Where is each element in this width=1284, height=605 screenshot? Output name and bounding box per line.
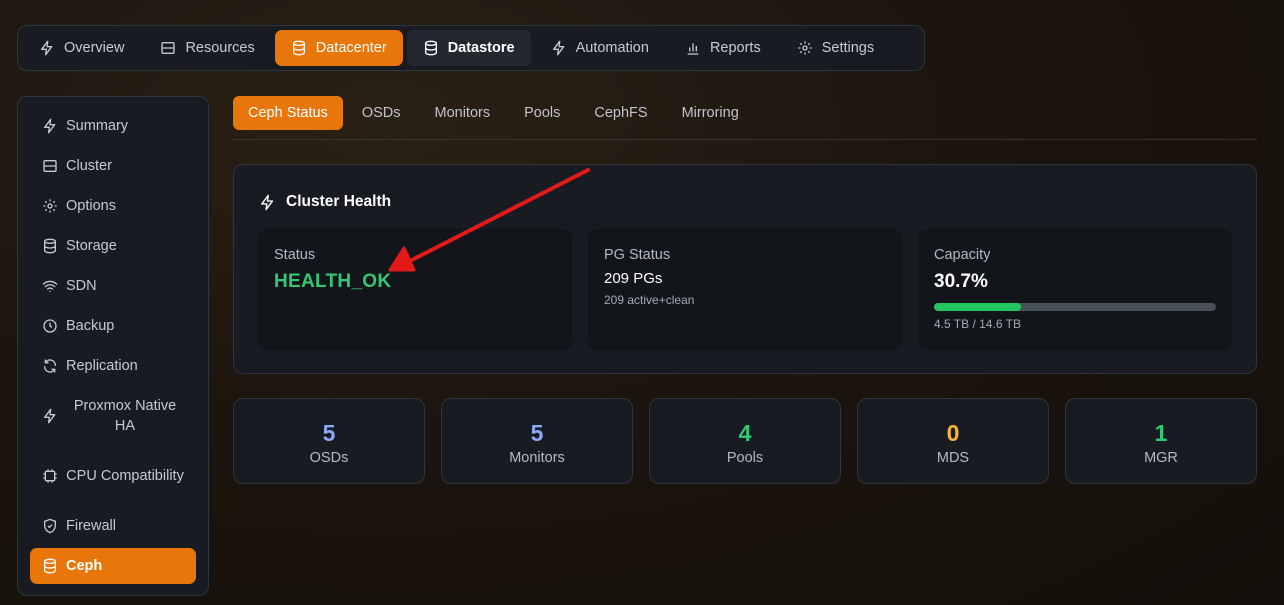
stat-label: Pools (726, 450, 764, 466)
sidebar-item-sdn[interactable]: SDN (30, 268, 196, 304)
stat-label: MGR (1144, 450, 1178, 466)
stat-value: 0 (946, 420, 960, 446)
sidebar-item-cluster[interactable]: Cluster (30, 148, 196, 184)
sidebar-item-label: Cluster (66, 158, 112, 174)
tab-cephfs[interactable]: CephFS (579, 96, 662, 130)
database-icon (44, 238, 56, 254)
stat-card-mds[interactable]: 0 MDS (857, 398, 1049, 484)
sidebar-item-cpu-compatibility[interactable]: CPU Compatibility (30, 448, 196, 504)
shield-icon (44, 518, 56, 534)
stat-value: 1 (1154, 420, 1168, 446)
stat-card-monitors[interactable]: 5 Monitors (441, 398, 633, 484)
stat-card-osds[interactable]: 5 OSDs (233, 398, 425, 484)
tab-mirroring[interactable]: Mirroring (667, 96, 754, 130)
sidebar-item-backup[interactable]: Backup (30, 308, 196, 344)
bar-chart-icon (687, 43, 699, 55)
cpu-icon (43, 469, 57, 483)
server-icon (161, 42, 176, 54)
capacity-detail: 4.5 TB / 14.6 TB (934, 317, 1021, 331)
topnav-automation-label: Automation (575, 40, 649, 56)
sidebar-item-label: CPU Compatibility (66, 468, 184, 484)
capacity-card: Capacity 30.7% 4.5 TB / 14.6 TB (918, 229, 1232, 350)
sidebar-item-label: Summary (66, 118, 129, 134)
pg-detail: 209 active+clean (604, 293, 695, 307)
ceph-subtabs: Ceph Status OSDs Monitors Pools CephFS M… (233, 96, 1257, 140)
tab-pools[interactable]: Pools (509, 96, 575, 130)
gear-icon (798, 41, 812, 55)
cluster-health-panel: Cluster Health Status HEALTH_OK PG Statu… (233, 164, 1257, 374)
refresh-icon (43, 359, 57, 373)
sidebar-item-options[interactable]: Options (30, 188, 196, 224)
tab-ceph-status[interactable]: Ceph Status (233, 96, 343, 130)
sidebar-item-label: Proxmox Native HA (73, 398, 177, 434)
gear-icon (43, 199, 57, 213)
stat-card-mgr[interactable]: 1 MGR (1065, 398, 1257, 484)
database-icon (292, 40, 305, 56)
sidebar-item-label: Ceph (66, 558, 103, 574)
tab-osds[interactable]: OSDs (347, 96, 416, 130)
topnav-reports-label: Reports (709, 40, 761, 56)
cluster-health-heading: Cluster Health (259, 193, 391, 211)
sidebar-item-label: Options (66, 198, 116, 214)
capacity-label: Capacity (934, 247, 991, 263)
capacity-progress-fill (934, 303, 1021, 311)
server-icon (43, 160, 57, 172)
sidebar-item-label: SDN (66, 278, 97, 294)
capacity-progress-bar (934, 303, 1216, 311)
clock-icon (43, 319, 57, 333)
bolt-icon (552, 40, 564, 56)
sidebar-item-storage[interactable]: Storage (30, 228, 196, 264)
topnav-datacenter[interactable]: Datacenter (274, 30, 403, 66)
tab-monitors[interactable]: Monitors (419, 96, 505, 130)
sidebar-item-summary[interactable]: Summary (30, 108, 196, 144)
stat-value: 5 (530, 420, 544, 446)
wifi-icon (42, 280, 58, 292)
topnav-datacenter-label: Datacenter (315, 40, 387, 56)
stat-value: 5 (322, 420, 336, 446)
bolt-icon (44, 408, 56, 424)
capacity-percent: 30.7% (934, 271, 988, 292)
topnav-resources-label: Resources (185, 40, 255, 56)
sidebar-item-replication[interactable]: Replication (30, 348, 196, 384)
sidebar-item-label: Replication (66, 358, 138, 374)
sidebar-item-firewall[interactable]: Firewall (30, 508, 196, 544)
status-label: Status (274, 247, 316, 263)
database-icon (44, 558, 56, 574)
topnav-datastore[interactable]: Datastore (406, 30, 531, 66)
topnav-datastore-label: Datastore (447, 40, 515, 56)
topnav-automation[interactable]: Automation (535, 30, 665, 66)
cluster-health-title: Cluster Health (286, 193, 392, 210)
bolt-icon (44, 118, 56, 134)
stat-card-pools[interactable]: 4 Pools (649, 398, 841, 484)
topnav-reports[interactable]: Reports (669, 30, 777, 66)
topnav-settings[interactable]: Settings (781, 30, 890, 66)
pg-count: 209 PGs (604, 270, 663, 287)
sidebar-item-label: Storage (66, 238, 117, 254)
topnav-resources[interactable]: Resources (144, 30, 270, 66)
status-card: Status HEALTH_OK (258, 229, 572, 350)
sidebar-item-label: Backup (66, 318, 115, 334)
pg-status-card: PG Status 209 PGs 209 active+clean (588, 229, 902, 350)
sidebar-item-label: Firewall (66, 518, 116, 534)
stat-label: OSDs (309, 450, 349, 466)
pg-status-label: PG Status (604, 247, 671, 263)
sidebar-item-proxmox-native-ha[interactable]: Proxmox Native HA (30, 388, 196, 444)
stat-label: MDS (936, 450, 970, 466)
sidebar-item-ceph[interactable]: Ceph (30, 548, 196, 584)
topnav-overview-label: Overview (64, 40, 125, 56)
sidebar: Summary Cluster Options Storage SDN Back… (17, 96, 209, 596)
stat-value: 4 (738, 420, 752, 446)
stat-label: Monitors (509, 450, 565, 466)
health-status-value: HEALTH_OK (274, 271, 392, 292)
topnav-settings-label: Settings (821, 40, 875, 56)
top-navigation: Overview Resources Datacenter Datastore … (17, 25, 925, 71)
bolt-icon (41, 40, 53, 56)
database-icon (424, 40, 437, 56)
topnav-overview[interactable]: Overview (23, 30, 140, 66)
bolt-icon (261, 194, 274, 210)
